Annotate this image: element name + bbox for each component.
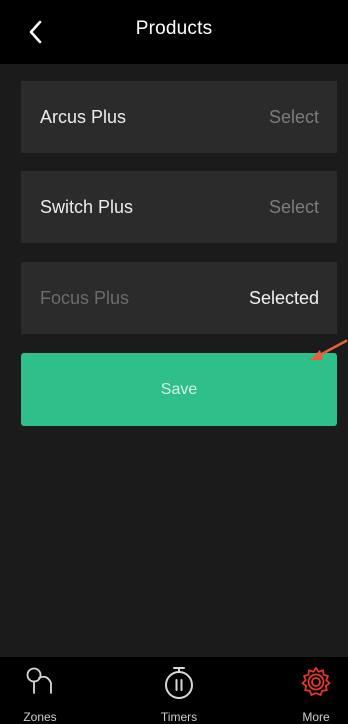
timer-icon bbox=[165, 667, 193, 699]
tab-zones[interactable]: Zones bbox=[0, 657, 80, 724]
page-title: Products bbox=[135, 18, 213, 39]
products-list: Arcus Plus Select Switch Plus Select Foc… bbox=[0, 64, 348, 657]
selected-label[interactable]: Selected bbox=[249, 262, 319, 334]
tab-label: Timers bbox=[160, 710, 198, 724]
product-name: Arcus Plus bbox=[40, 106, 127, 127]
select-button[interactable]: Select bbox=[269, 171, 319, 243]
select-button[interactable]: Select bbox=[269, 81, 319, 153]
product-row-arcus-plus[interactable]: Arcus Plus Select bbox=[21, 81, 337, 153]
header-bar: Products bbox=[0, 0, 348, 64]
product-row-focus-plus[interactable]: Focus Plus Selected bbox=[21, 262, 337, 334]
save-button[interactable]: Save bbox=[21, 353, 337, 426]
tab-label: More bbox=[302, 710, 330, 724]
gear-icon bbox=[301, 667, 331, 696]
product-name: Focus Plus bbox=[40, 287, 130, 308]
tab-label: Zones bbox=[23, 710, 57, 724]
product-name: Switch Plus bbox=[40, 196, 134, 217]
zones-icon bbox=[26, 667, 52, 694]
tab-timers[interactable]: Timers bbox=[139, 657, 219, 724]
tab-more[interactable]: More bbox=[276, 657, 348, 724]
tab-bar: Zones Timers More bbox=[0, 657, 348, 724]
product-row-switch-plus[interactable]: Switch Plus Select bbox=[21, 171, 337, 243]
